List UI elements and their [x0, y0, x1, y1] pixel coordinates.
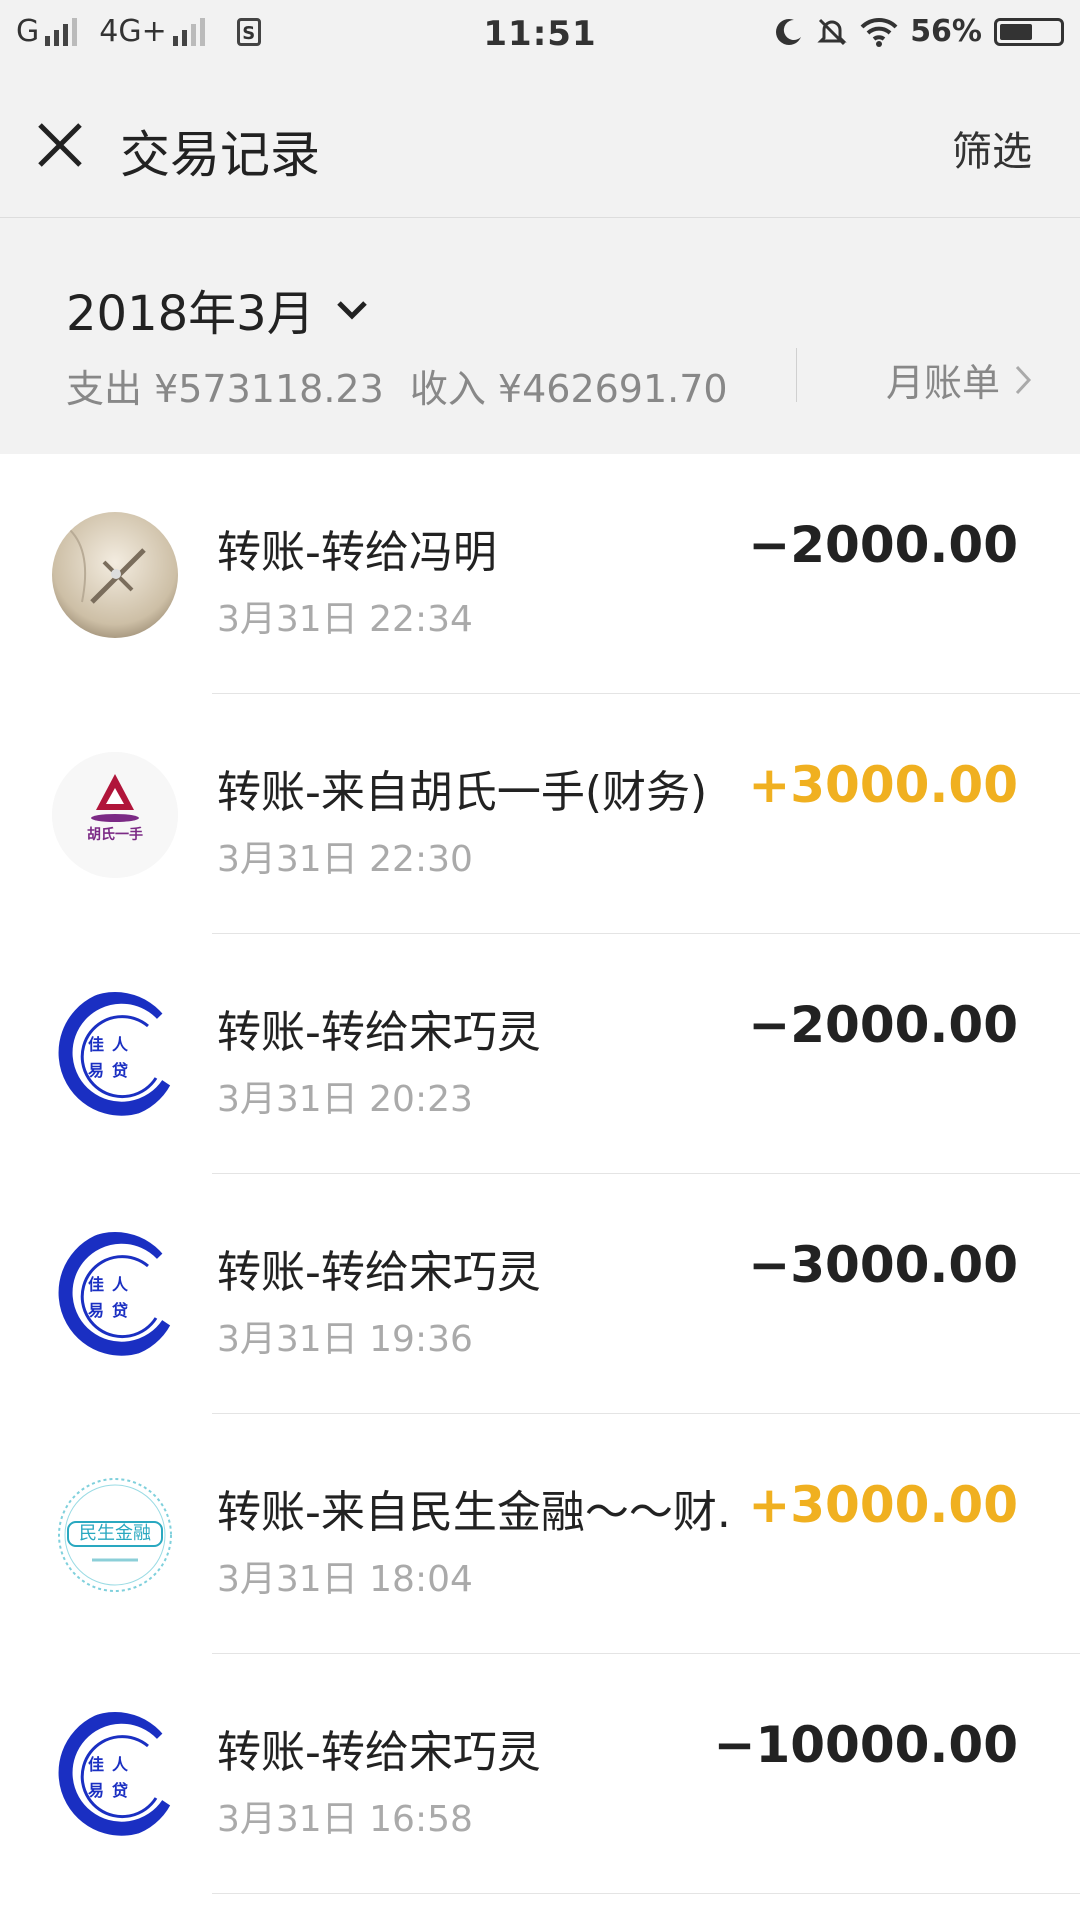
hushi-logo-avatar: 胡氏一手: [52, 752, 178, 878]
month-summary: 2018年3月 支出 ¥573118.23 收入 ¥462691.70 月账单: [0, 218, 1080, 454]
monthly-bill-label: 月账单: [885, 361, 1000, 405]
crucifix-photo-avatar: [52, 512, 178, 638]
transaction-row[interactable]: 转账-转给冯明 3月31日 22:34 −2000.00: [0, 454, 1080, 694]
status-icons: 56%: [774, 14, 1064, 49]
battery-percent: 56%: [910, 14, 982, 49]
close-icon[interactable]: [30, 115, 90, 175]
transaction-row[interactable]: 民生金融 转账-来自民生金融～～财. 3月31日 18:04 +3000.00: [0, 1414, 1080, 1654]
transaction-time: 3月31日 22:30: [217, 839, 473, 880]
transaction-amount: −2000.00: [748, 996, 1018, 1054]
transaction-time: 3月31日 20:23: [217, 1079, 473, 1120]
transaction-title: 转账-来自民生金融～～财.: [217, 1487, 731, 1538]
hushi-logo-text: 胡氏一手: [87, 827, 143, 843]
transaction-amount: −3000.00: [748, 1236, 1018, 1294]
page-title: 交易记录: [120, 126, 320, 184]
battery-icon: [994, 17, 1064, 46]
status-bar: G 4G+ S 11:51 56%: [0, 0, 1080, 75]
transaction-title: 转账-转给宋巧灵: [217, 1007, 541, 1058]
transaction-amount: −10000.00: [713, 1716, 1018, 1774]
wifi-icon: [860, 17, 898, 47]
transaction-row[interactable]: 胡氏一手 转账-来自胡氏一手(财务) 3月31日 22:30 +3000.00: [0, 694, 1080, 934]
transaction-row[interactable]: 佳人易贷 转账-转给宋巧灵 3月31日 19:36 −3000.00: [0, 1174, 1080, 1414]
divider: [796, 348, 797, 402]
month-selector[interactable]: 2018年3月: [66, 274, 369, 344]
transaction-title: 转账-转给宋巧灵: [217, 1727, 541, 1778]
transaction-title: 转账-转给宋巧灵: [217, 1247, 541, 1298]
transaction-time: 3月31日 16:58: [217, 1799, 473, 1840]
chevron-right-icon: [1015, 365, 1032, 394]
monthly-bill-link[interactable]: 月账单: [886, 352, 1032, 407]
transaction-amount: −2000.00: [748, 516, 1018, 574]
transaction-row[interactable]: 佳人易贷 转账-转给宋巧灵 3月31日 16:58 −10000.00: [0, 1654, 1080, 1894]
transaction-time: 3月31日 19:36: [217, 1319, 473, 1360]
filter-button[interactable]: 筛选: [952, 119, 1032, 177]
nav-bar: 交易记录 筛选: [0, 75, 1080, 218]
transaction-row[interactable]: 佳人易贷 转账-转给宋巧灵 3月31日 20:23 −2000.00: [0, 934, 1080, 1174]
transaction-time: 3月31日 18:04: [217, 1559, 473, 1600]
chevron-down-icon: [336, 301, 367, 320]
month-label: 2018年3月: [66, 286, 315, 342]
minsheng-logo-text: 民生金融: [79, 1523, 151, 1544]
row-divider: [212, 1893, 1080, 1894]
month-totals: 支出 ¥573118.23 收入 ¥462691.70: [66, 358, 728, 413]
transaction-list: 转账-转给冯明 3月31日 22:34 −2000.00 胡氏一手 转账-来自胡…: [0, 454, 1080, 1894]
minsheng-logo-avatar: 民生金融: [52, 1472, 178, 1598]
moon-icon: [776, 18, 802, 45]
expense-total: 支出 ¥573118.23: [66, 367, 384, 411]
transaction-amount: +3000.00: [748, 756, 1018, 814]
transaction-title: 转账-来自胡氏一手(财务): [217, 767, 708, 818]
jiaren-logo-text: 佳人易贷: [88, 1035, 137, 1080]
income-total: 收入 ¥462691.70: [409, 367, 728, 411]
jiaren-logo-avatar: 佳人易贷: [52, 992, 178, 1118]
mute-bell-icon: [817, 18, 847, 45]
jiaren-logo-avatar: 佳人易贷: [52, 1712, 178, 1838]
jiaren-logo-text: 佳人易贷: [88, 1755, 137, 1800]
jiaren-logo-avatar: 佳人易贷: [52, 1232, 178, 1358]
transaction-title: 转账-转给冯明: [217, 527, 497, 578]
transaction-amount: +3000.00: [748, 1476, 1018, 1534]
jiaren-logo-text: 佳人易贷: [88, 1275, 137, 1320]
transaction-time: 3月31日 22:34: [217, 599, 473, 640]
